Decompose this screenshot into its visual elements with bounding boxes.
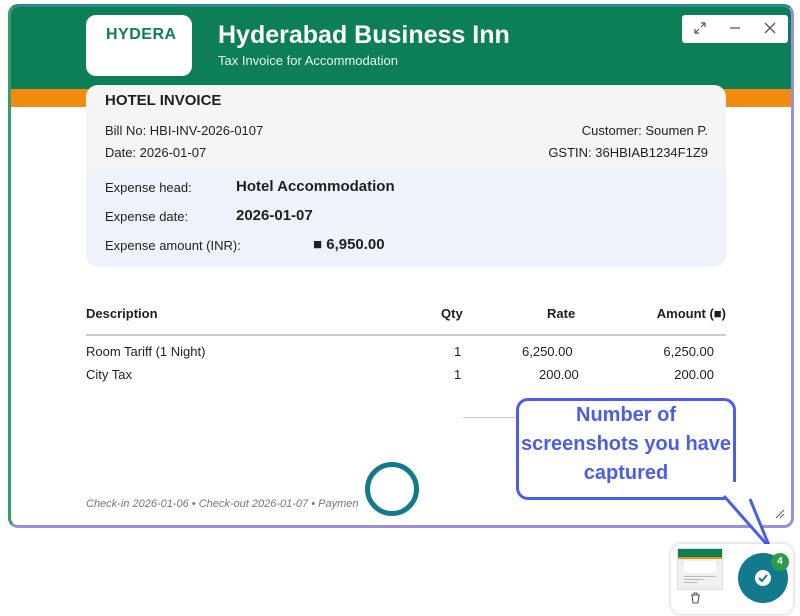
invoice-card: HOTEL INVOICE Bill No: HBI-INV-2026-0107… <box>86 85 726 267</box>
logo-text: HYDERA <box>106 26 177 43</box>
screenshot-count-badge: 4 <box>771 553 789 571</box>
row-rate: 6,250.00 <box>522 344 573 359</box>
hotel-name: Hyderabad Business Inn <box>218 21 510 49</box>
expand-icon[interactable] <box>687 21 713 38</box>
close-icon[interactable] <box>757 21 783 38</box>
minimize-icon[interactable] <box>722 21 748 38</box>
col-amount: Amount (■) <box>656 306 726 321</box>
expense-amount-value: ■ 6,950.00 <box>313 236 385 253</box>
expense-summary: Expense head: Hotel Accommodation Expens… <box>86 170 726 267</box>
callout-line: captured <box>583 462 669 484</box>
expense-head-label: Expense head: <box>105 180 192 195</box>
stay-note: Check-in 2026-01-06 • Check-out 2026-01-… <box>86 498 359 510</box>
gstin: GSTIN: 36HBIAB1234F1Z9 <box>548 145 708 160</box>
callout-line: Number of <box>576 404 676 426</box>
customer-name: Customer: Soumen P. <box>581 123 708 138</box>
col-rate: Rate <box>547 306 576 321</box>
invoice-subtitle: Tax Invoice for Accommodation <box>218 53 398 68</box>
window-controls <box>682 15 788 43</box>
bill-date: Date: 2026-01-07 <box>105 145 207 160</box>
screenshot-thumbnail[interactable] <box>677 548 723 590</box>
row-description: Room Tariff (1 Night) <box>86 344 206 359</box>
row-rate: 200.00 <box>539 367 579 382</box>
expense-amount-label: Expense amount (INR): <box>105 238 241 253</box>
row-qty: 1 <box>454 367 462 382</box>
row-description: City Tax <box>86 367 132 382</box>
row-amount: 200.00 <box>674 367 714 382</box>
header-divider <box>86 334 726 336</box>
invoice-title: HOTEL INVOICE <box>105 92 222 109</box>
row-amount: 6,250.00 <box>663 344 714 359</box>
tutorial-callout: Number of screenshots you have captured <box>516 398 736 500</box>
delete-icon[interactable] <box>690 592 701 607</box>
callout-line: screenshots you have <box>520 433 732 455</box>
bill-number: Bill No: HBI-INV-2026-0107 <box>105 123 264 138</box>
resize-handle-icon[interactable] <box>773 507 785 519</box>
hotel-logo: HYDERA <box>86 15 192 76</box>
cursor-highlight <box>365 462 419 516</box>
expense-head-value: Hotel Accommodation <box>236 178 395 195</box>
expense-date-value: 2026-01-07 <box>236 207 313 224</box>
row-qty: 1 <box>454 344 462 359</box>
col-qty: Qty <box>441 306 463 321</box>
expense-date-label: Expense date: <box>105 209 189 224</box>
col-description: Description <box>86 306 158 321</box>
check-icon <box>755 570 771 586</box>
